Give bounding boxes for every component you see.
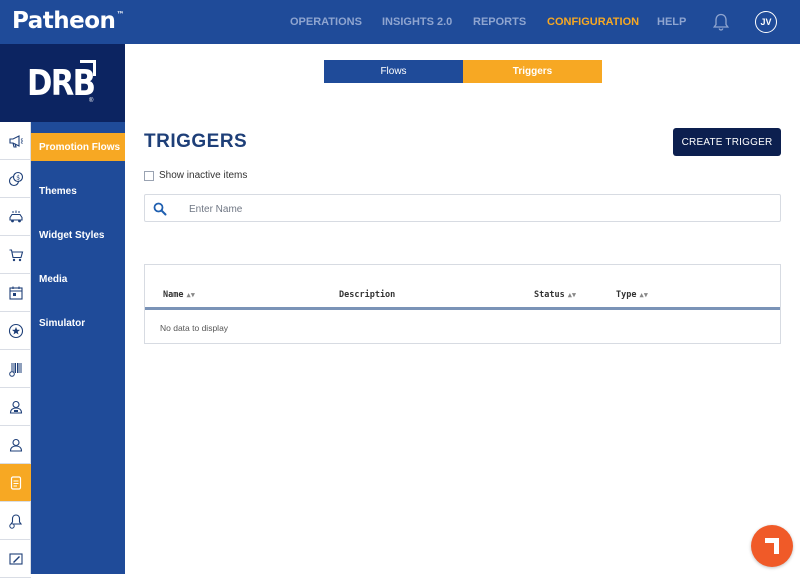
rail-bell-settings[interactable] (0, 502, 31, 540)
column-description-label: Description (339, 290, 396, 300)
help-chat-button[interactable] (751, 525, 793, 567)
show-inactive-checkbox[interactable] (144, 170, 154, 181)
empty-message: No data to display (160, 323, 229, 333)
rail-edit-screen[interactable] (0, 540, 31, 578)
nav-help[interactable]: HELP (657, 16, 686, 28)
nav-operations[interactable]: OPERATIONS (290, 16, 362, 28)
search-icon (153, 202, 167, 216)
column-description[interactable]: Description (339, 290, 395, 300)
column-type[interactable]: Type ▲▼ (616, 290, 648, 300)
barcode-settings-icon (8, 362, 21, 377)
nav-insights[interactable]: INSIGHTS 2.0 (382, 16, 452, 28)
create-trigger-button[interactable]: CREATE TRIGGER (673, 128, 781, 156)
top-header: Patheon™ OPERATIONS INSIGHTS 2.0 REPORTS… (0, 0, 800, 44)
column-name[interactable]: Name ▲▼ (163, 290, 195, 300)
rail-calendar[interactable] (0, 274, 31, 312)
megaphone-icon (8, 134, 23, 148)
rail-barcode[interactable] (0, 350, 31, 388)
rail-user[interactable] (0, 426, 31, 464)
svg-text:$: $ (16, 174, 20, 181)
logo-bracket-icon (80, 60, 96, 76)
rail-megaphone[interactable] (0, 122, 31, 160)
show-inactive-label: Show inactive items (159, 170, 248, 181)
config-submenu: Promotion Flows Themes Widget Styles Med… (31, 122, 125, 574)
rail-user-badge[interactable] (0, 388, 31, 426)
sort-icon: ▲▼ (567, 291, 577, 299)
brand-name: Patheon (12, 8, 116, 34)
column-status[interactable]: Status ▲▼ (534, 290, 576, 300)
nav-configuration[interactable]: CONFIGURATION (547, 16, 639, 28)
nav-reports[interactable]: REPORTS (473, 16, 526, 28)
user-avatar[interactable]: JV (755, 11, 777, 33)
cart-icon (9, 248, 23, 261)
submenu-media[interactable]: Media (31, 265, 125, 293)
coins-icon: $ (8, 171, 23, 186)
submenu-widget-styles[interactable]: Widget Styles (31, 221, 125, 249)
brand-logo[interactable]: Patheon™ (12, 8, 124, 34)
column-name-label: Name (163, 290, 184, 300)
star-icon (8, 323, 23, 338)
drb-logo-panel: DRB ® (0, 44, 125, 122)
column-type-label: Type (616, 290, 637, 300)
tab-triggers[interactable]: Triggers (463, 60, 602, 83)
gift-card-icon (10, 475, 21, 490)
sort-icon: ▲▼ (639, 291, 648, 299)
table-header: Name ▲▼ Description Status ▲▼ Type ▲▼ (145, 265, 780, 310)
tab-flows[interactable]: Flows (324, 60, 463, 83)
user-badge-icon (9, 400, 22, 414)
show-inactive-toggle[interactable]: Show inactive items (144, 170, 247, 181)
bell-settings-icon (8, 513, 22, 529)
column-status-label: Status (534, 290, 565, 300)
rail-star[interactable] (0, 312, 31, 350)
bell-icon[interactable] (711, 12, 731, 32)
submenu-simulator[interactable]: Simulator (31, 309, 125, 337)
submenu-themes[interactable]: Themes (31, 177, 125, 205)
triggers-table: Name ▲▼ Description Status ▲▼ Type ▲▼ No da… (144, 264, 781, 344)
edit-screen-icon (8, 552, 23, 565)
page-title: TRIGGERS (144, 131, 248, 152)
car-wash-icon (8, 210, 23, 222)
search-input[interactable] (189, 201, 759, 217)
logo-registered: ® (89, 98, 94, 104)
calendar-icon (8, 286, 23, 300)
chat-icon (765, 538, 779, 554)
rail-coins[interactable]: $ (0, 160, 31, 198)
submenu-promotion-flows[interactable]: Promotion Flows (31, 133, 125, 161)
rail-car-wash[interactable] (0, 198, 31, 236)
rail-cart[interactable] (0, 236, 31, 274)
search-box (144, 194, 781, 222)
flow-tabs: Flows Triggers (324, 60, 602, 83)
sort-icon: ▲▼ (186, 291, 195, 299)
user-icon (9, 438, 22, 452)
rail-gift-card[interactable] (0, 464, 31, 502)
icon-rail: $ (0, 122, 31, 578)
brand-trademark: ™ (116, 10, 124, 19)
